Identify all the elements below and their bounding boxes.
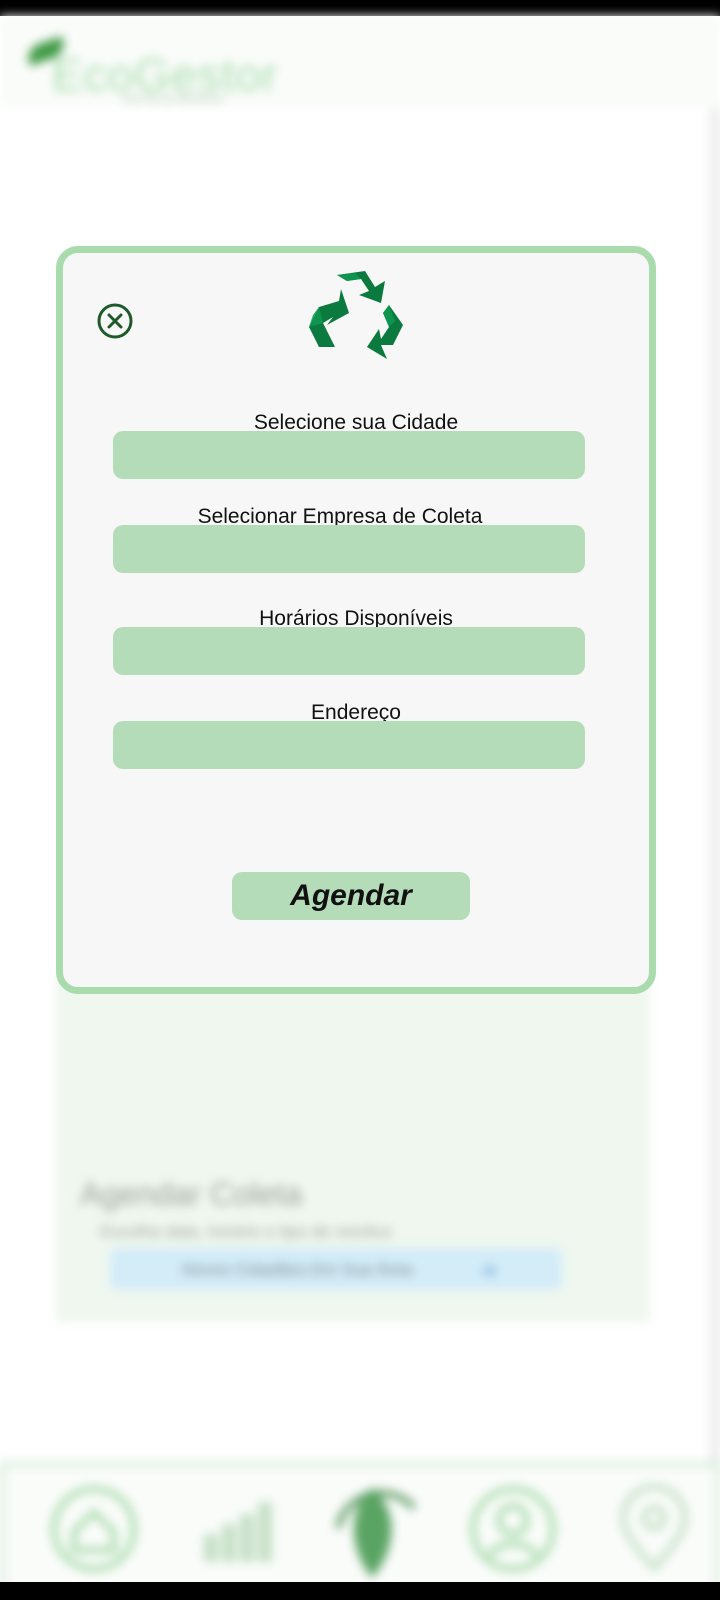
schedule-modal: Selecione sua Cidade Selecionar Empresa … <box>56 246 656 994</box>
leaf-icon[interactable] <box>318 1468 426 1590</box>
status-bar <box>0 0 720 16</box>
home-icon[interactable] <box>49 1484 139 1574</box>
map-pin-icon[interactable] <box>609 1484 699 1574</box>
schedule-card-button[interactable]: Novos Cidadãos Em Sua Área ➜ <box>110 1248 562 1290</box>
logo-subtitle: GESTÃO DE RESÍDUOS <box>122 94 225 104</box>
arrow-right-icon: ➜ <box>480 1260 497 1282</box>
recycle-icon <box>301 263 411 367</box>
schedule-card-button-label: Novos Cidadãos Em Sua Área <box>182 1260 413 1279</box>
user-icon[interactable] <box>468 1484 558 1574</box>
schedule-button[interactable]: Agendar <box>232 872 470 920</box>
city-select[interactable] <box>113 431 585 479</box>
close-icon[interactable] <box>95 301 135 341</box>
app-logo: EcoGestor GESTÃO DE RESÍDUOS <box>18 36 278 106</box>
app-header: EcoGestor GESTÃO DE RESÍDUOS <box>0 16 720 108</box>
company-select[interactable] <box>113 525 585 573</box>
schedule-card-title: Agendar Coleta <box>80 1176 303 1212</box>
hours-select[interactable] <box>113 627 585 675</box>
schedule-card-subtitle: Escolha data, horário e tipo de resíduo <box>100 1222 393 1241</box>
chart-icon[interactable] <box>194 1484 284 1574</box>
address-field[interactable] <box>113 721 585 769</box>
bottom-navbar <box>0 1462 720 1598</box>
scroll-edge <box>710 108 720 1478</box>
system-nav-bar <box>0 1582 720 1600</box>
